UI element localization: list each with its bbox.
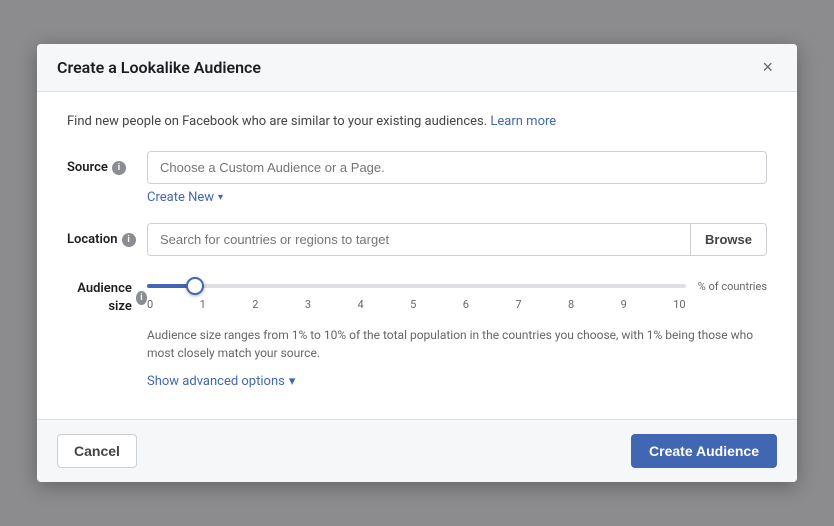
source-form-group: Source i Create New ▾ xyxy=(67,151,767,205)
tick-0: 0 xyxy=(147,298,153,311)
slider-numbers-row: 0 1 2 3 4 5 6 7 8 9 xyxy=(147,298,686,311)
cancel-button[interactable]: Cancel xyxy=(57,434,137,468)
audience-size-form-group: Audience size i 0 xyxy=(67,274,767,316)
audience-size-label: Audience size i xyxy=(67,274,147,316)
learn-more-link[interactable]: Learn more xyxy=(490,114,556,129)
tick-5: 5 xyxy=(410,298,416,311)
location-input[interactable] xyxy=(148,224,690,255)
source-info-icon[interactable]: i xyxy=(112,161,126,175)
audience-size-section: Audience size i 0 xyxy=(67,274,767,389)
advanced-arrow-icon: ▾ xyxy=(289,374,296,389)
location-input-wrapper: Browse xyxy=(147,223,767,256)
tick-1: 1 xyxy=(200,298,206,311)
audience-size-info-icon[interactable]: i xyxy=(136,291,147,305)
location-form-group: Location i Browse xyxy=(67,223,767,256)
slider-thumb[interactable] xyxy=(186,277,204,295)
create-audience-button[interactable]: Create Audience xyxy=(631,434,777,468)
tick-9: 9 xyxy=(621,298,627,311)
close-button[interactable]: × xyxy=(758,58,777,76)
tick-8: 8 xyxy=(568,298,574,311)
modal-dialog: Create a Lookalike Audience × Find new p… xyxy=(37,44,797,483)
browse-button[interactable]: Browse xyxy=(690,224,766,255)
percent-label: % of countries xyxy=(698,274,767,293)
modal-title: Create a Lookalike Audience xyxy=(57,58,261,77)
slider-wrapper: 0 1 2 3 4 5 6 7 8 9 xyxy=(147,274,767,311)
tick-4: 4 xyxy=(358,298,364,311)
tick-10: 10 xyxy=(673,298,685,311)
tick-7: 7 xyxy=(515,298,521,311)
modal-overlay: Create a Lookalike Audience × Find new p… xyxy=(0,0,834,526)
source-label: Source i xyxy=(67,151,147,175)
description-text: Find new people on Facebook who are simi… xyxy=(67,112,767,132)
advanced-options-link[interactable]: Show advanced options ▾ xyxy=(147,374,295,389)
slider-inner: 0 1 2 3 4 5 6 7 8 9 xyxy=(147,274,686,311)
modal-footer: Cancel Create Audience xyxy=(37,419,797,482)
modal-body: Find new people on Facebook who are simi… xyxy=(37,92,797,420)
dropdown-arrow-icon: ▾ xyxy=(218,192,223,203)
source-input[interactable] xyxy=(147,151,767,184)
tick-2: 2 xyxy=(252,298,258,311)
source-control-wrapper: Create New ▾ xyxy=(147,151,767,205)
location-info-icon[interactable]: i xyxy=(122,233,136,247)
slider-track xyxy=(147,284,686,288)
location-label: Location i xyxy=(67,223,147,247)
slider-and-percent: 0 1 2 3 4 5 6 7 8 9 xyxy=(147,274,767,311)
range-description: Audience size ranges from 1% to 10% of t… xyxy=(147,326,767,362)
location-control-wrapper: Browse xyxy=(147,223,767,256)
modal-header: Create a Lookalike Audience × xyxy=(37,44,797,92)
tick-3: 3 xyxy=(305,298,311,311)
create-new-link[interactable]: Create New ▾ xyxy=(147,190,767,205)
tick-6: 6 xyxy=(463,298,469,311)
